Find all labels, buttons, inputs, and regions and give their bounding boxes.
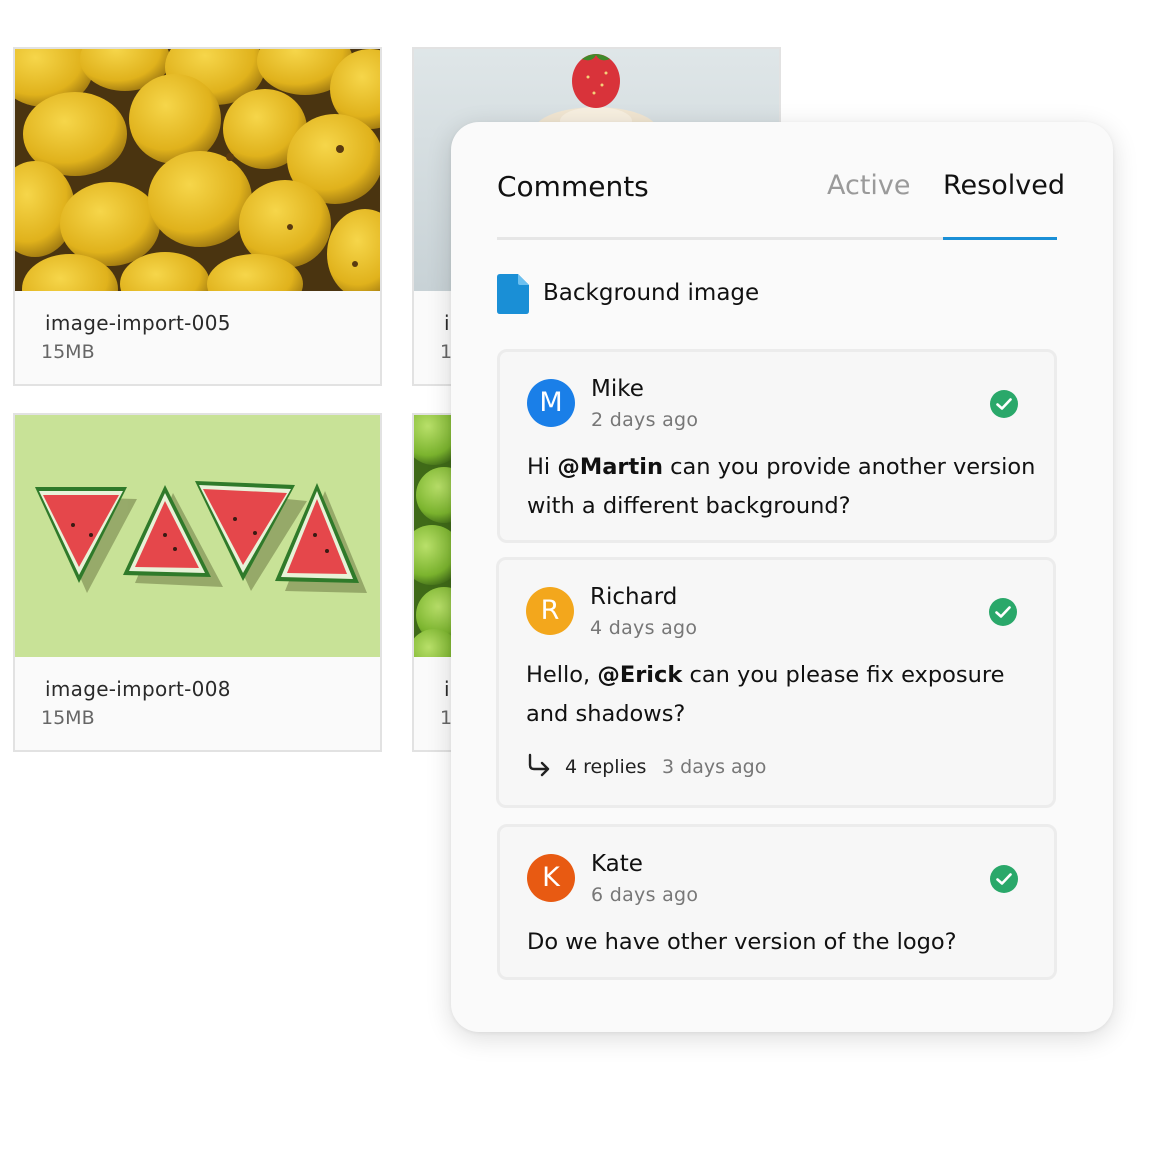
comment-card[interactable]: K Kate 6 days ago Do we have other versi… (497, 824, 1057, 980)
comment-time: 6 days ago (591, 884, 699, 906)
comment-card[interactable]: M Mike 2 days ago Hi @Martin can you pro… (497, 349, 1057, 543)
panel-title: Comments (497, 170, 649, 203)
avatar: K (527, 854, 575, 902)
comment-author: Mike (591, 376, 644, 402)
check-circle-icon[interactable] (990, 390, 1018, 418)
reply-arrow-icon (528, 753, 550, 777)
asset-name: i (444, 677, 450, 701)
asset-name: i (444, 311, 450, 335)
file-icon (497, 274, 529, 314)
mention[interactable]: @Martin (557, 454, 663, 480)
asset-size: 15MB (41, 341, 95, 363)
comment-text: Do we have other version of the logo? (527, 929, 957, 955)
comment-author: Richard (590, 584, 678, 610)
comment-card[interactable]: R Richard 4 days ago Hello, @Erick can y… (496, 557, 1056, 808)
replies-time: 3 days ago (662, 756, 767, 778)
tab-active[interactable]: Active (827, 170, 911, 201)
watermelon-image (35, 481, 367, 593)
tab-resolved[interactable]: Resolved (943, 170, 1065, 201)
check-circle-icon[interactable] (989, 598, 1017, 626)
asset-card[interactable]: image-import-005 15MB (13, 47, 382, 386)
avatar: M (527, 379, 575, 427)
comment-author: Kate (591, 851, 643, 877)
replies-count[interactable]: 4 replies (565, 756, 646, 778)
comment-text: Hi @Martin can you provide another versi… (527, 454, 1036, 519)
replies-link[interactable]: 4 replies 3 days ago (526, 752, 766, 782)
check-circle-icon[interactable] (990, 865, 1018, 893)
asset-card[interactable]: image-import-008 15MB (13, 413, 382, 752)
tab-active-indicator (943, 237, 1057, 240)
lemons-image (15, 49, 380, 291)
mention[interactable]: @Erick (597, 662, 682, 688)
comment-time: 2 days ago (591, 409, 699, 431)
asset-name: image-import-005 (45, 311, 231, 335)
avatar: R (526, 587, 574, 635)
comments-panel: Comments Active Resolved Background imag… (451, 122, 1113, 1032)
document-row: Background image (497, 274, 759, 314)
thumbnail-watermelon (15, 415, 380, 657)
document-label: Background image (543, 280, 760, 306)
comment-time: 4 days ago (590, 617, 698, 639)
asset-name: image-import-008 (45, 677, 231, 701)
thumbnail-lemons (15, 49, 380, 291)
asset-size: 15MB (41, 707, 95, 729)
comment-text: Hello, @Erick can you please fix exposur… (526, 662, 1005, 727)
